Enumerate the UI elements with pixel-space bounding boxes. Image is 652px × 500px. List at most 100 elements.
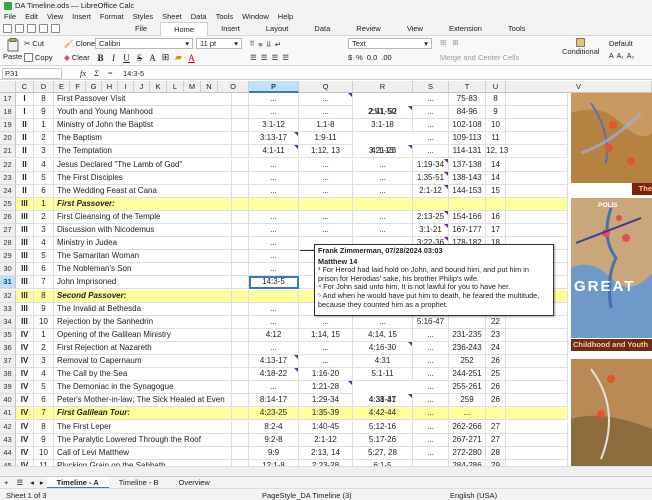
cell-matthew[interactable]: ... (249, 315, 299, 329)
cell-mark[interactable]: 1:1-8 (299, 119, 353, 133)
cell-empty[interactable] (232, 315, 249, 329)
cell-pages[interactable]: ... (449, 407, 486, 421)
cell-luke[interactable]: 4:16-30 (353, 341, 413, 355)
map-image-2[interactable] (571, 198, 652, 338)
column-header-n[interactable]: N (201, 81, 218, 93)
sum-icon[interactable]: Σ (94, 68, 99, 78)
cell-section[interactable]: IV (16, 355, 34, 369)
cell-section[interactable]: III (16, 210, 34, 224)
row-header[interactable]: 24 (0, 184, 16, 198)
conditional-button[interactable]: Conditional (562, 38, 600, 56)
cell-mark[interactable]: ... (299, 341, 353, 355)
insert-rows-icon[interactable]: ⊞ (440, 38, 446, 47)
cell-event[interactable]: Peter's Mother-in-law; The Sick Healed a… (54, 394, 232, 408)
cell-empty[interactable] (506, 184, 568, 198)
menu-styles[interactable]: Styles (133, 12, 153, 21)
paste-button[interactable]: Paste (3, 38, 22, 61)
cell-event[interactable]: The Temptation (54, 145, 232, 159)
cell-empty[interactable] (232, 145, 249, 159)
undo-icon[interactable] (39, 24, 48, 33)
column-header-o[interactable]: O (218, 81, 249, 93)
cell-empty[interactable] (232, 407, 249, 421)
cell-section[interactable]: I (16, 93, 34, 107)
cell-pages[interactable]: 102-108 (449, 119, 486, 133)
cell-number[interactable]: 2 (34, 341, 54, 355)
cell-john[interactable]: ... (413, 355, 449, 369)
cell-empty[interactable] (232, 210, 249, 224)
cell-number[interactable]: 8 (34, 93, 54, 107)
column-header-q[interactable]: Q (299, 81, 353, 93)
cell-empty[interactable] (506, 446, 568, 460)
row-header[interactable]: 33 (0, 302, 16, 316)
cell-empty[interactable] (232, 158, 249, 172)
row-header[interactable]: 20 (0, 132, 16, 146)
cell-luke[interactable]: 2:51, 52 (353, 106, 413, 120)
row-header[interactable]: 36 (0, 341, 16, 355)
cell-number[interactable]: 9 (34, 433, 54, 447)
cell-event[interactable]: Discussion with Nicodemus (54, 224, 232, 238)
cell-pages[interactable]: 267-271 (449, 433, 486, 447)
cell-chapter[interactable]: 14 (486, 158, 506, 172)
row-header[interactable]: 30 (0, 263, 16, 277)
cell-number[interactable]: 3 (34, 145, 54, 159)
cell-empty[interactable] (506, 394, 568, 408)
row-header[interactable]: 32 (0, 289, 16, 303)
cell-pages[interactable]: 109-113 (449, 132, 486, 146)
cell-number[interactable]: 8 (34, 420, 54, 434)
column-header-e[interactable]: E (54, 81, 70, 93)
menu-window[interactable]: Window (242, 12, 269, 21)
cell-number[interactable]: 5 (34, 250, 54, 264)
cell-empty[interactable] (506, 407, 568, 421)
cell-luke[interactable]: 4:1-13 (353, 145, 413, 159)
clone-button[interactable]: 🖌 Clone (64, 39, 95, 48)
row-header[interactable]: 25 (0, 197, 16, 211)
column-header-c[interactable]: C (16, 81, 34, 93)
number-icon[interactable]: 0.0 (367, 53, 377, 62)
cell-style-select[interactable]: Default (609, 39, 633, 48)
cell-empty[interactable] (506, 328, 568, 342)
cell-number[interactable]: 4 (34, 237, 54, 251)
row-header[interactable]: 27 (0, 224, 16, 238)
sheet-tab-timeline-b[interactable]: Timeline - B (109, 477, 169, 489)
column-header-p[interactable]: P (249, 81, 299, 93)
cell-event[interactable]: Call of Levi Matthew (54, 446, 232, 460)
cell-matthew[interactable]: ... (249, 158, 299, 172)
cell-mark[interactable]: 1:21-28 (299, 381, 353, 395)
row-header[interactable]: 18 (0, 106, 16, 120)
cell-chapter[interactable]: 11 (486, 132, 506, 146)
cell-john[interactable]: ... (413, 394, 449, 408)
cell-event[interactable]: Opening of the Galilean Ministry (54, 328, 232, 342)
cell-empty[interactable] (232, 446, 249, 460)
cell-luke[interactable]: ... (353, 210, 413, 224)
align-middle-icon[interactable]: ≡ (258, 40, 262, 49)
cell-empty[interactable] (232, 93, 249, 107)
cell-event[interactable]: First Cleansing of the Temple (54, 210, 232, 224)
cell-number[interactable]: 5 (34, 171, 54, 185)
cell-event[interactable]: Youth and Young Manhood (54, 106, 232, 120)
row-header[interactable]: 19 (0, 119, 16, 133)
cell-matthew[interactable]: 8:2-4 (249, 420, 299, 434)
cell-empty[interactable] (506, 224, 568, 238)
cell-matthew[interactable]: 4:12 (249, 328, 299, 342)
cell-section[interactable]: IV (16, 341, 34, 355)
cell-matthew[interactable]: 8:14-17 (249, 394, 299, 408)
percent-icon[interactable]: % (356, 53, 363, 62)
cell-event[interactable]: The First Disciples (54, 171, 232, 185)
row-header[interactable]: 23 (0, 171, 16, 185)
cell-matthew[interactable]: ... (249, 341, 299, 355)
cell-section[interactable]: IV (16, 420, 34, 434)
last-sheet-icon[interactable]: ▸ (37, 478, 47, 487)
cell-matthew[interactable] (249, 197, 299, 211)
row-header[interactable]: 43 (0, 433, 16, 447)
cell-empty[interactable] (232, 368, 249, 382)
cell-mark[interactable]: 1:35-39 (299, 407, 353, 421)
font-name-select[interactable]: Calibri ▾ (95, 38, 193, 49)
cell-chapter[interactable] (486, 197, 506, 211)
cell-empty[interactable] (506, 132, 568, 146)
cell-luke[interactable]: ... (353, 158, 413, 172)
formula-input[interactable]: 14:3-5 (123, 69, 144, 78)
add-decimal-icon[interactable]: .00 (381, 53, 391, 62)
row-header[interactable]: 22 (0, 158, 16, 172)
tab-insert[interactable]: Insert (208, 22, 253, 36)
cell-mark[interactable]: 1:14, 15 (299, 328, 353, 342)
